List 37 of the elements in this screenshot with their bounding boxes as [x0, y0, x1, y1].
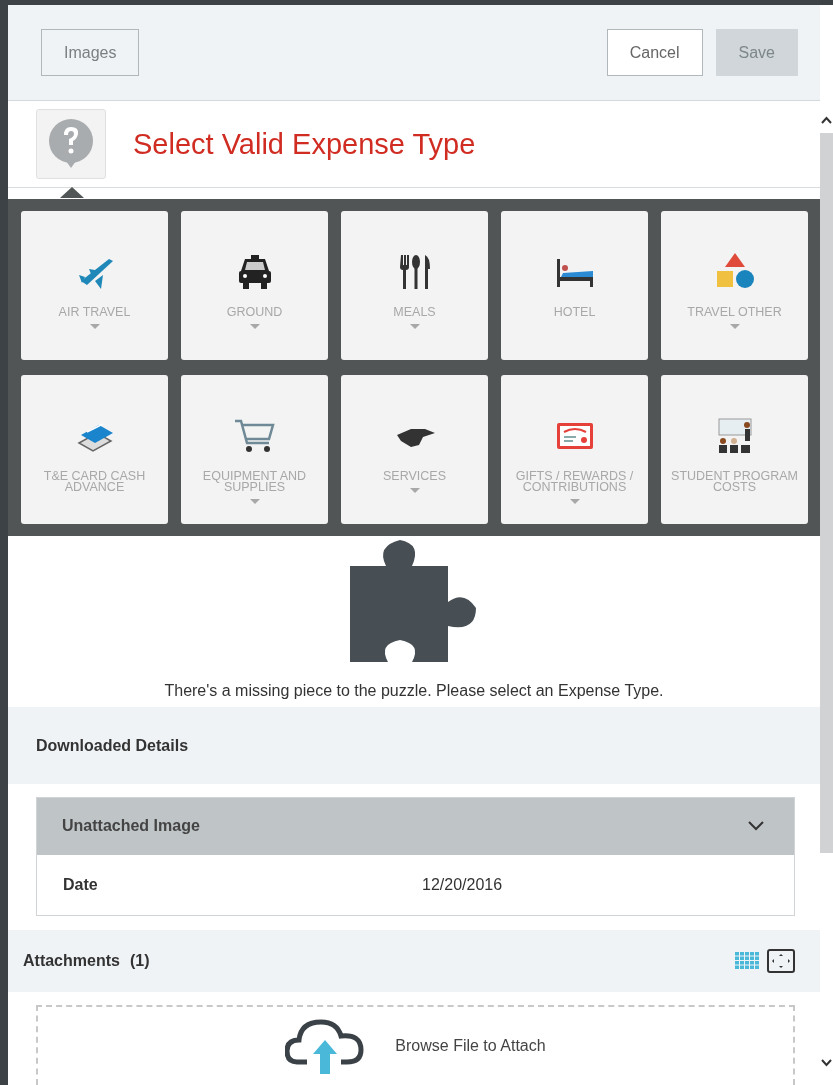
bed-icon [556, 259, 593, 287]
cancel-button[interactable]: Cancel [606, 29, 703, 76]
classroom-icon [718, 418, 751, 453]
taxi-icon [238, 255, 271, 289]
section-title: Attachments [23, 951, 120, 970]
field-label: Date [63, 875, 99, 894]
expense-type-tile[interactable]: MEALS [341, 211, 488, 360]
credit-cards-icon [76, 423, 113, 452]
cloud-upload-icon [285, 1017, 366, 1074]
field-value: 12/20/2016 [422, 875, 503, 894]
expense-type-tile[interactable]: GIFTS / REWARDS / CONTRIBUTIONS [501, 375, 648, 524]
expense-type-tile[interactable]: T&E CARD CASH ADVANCE [21, 375, 168, 524]
cutlery-icon [399, 255, 430, 289]
browse-file-label: Browse File to Attach [395, 1036, 546, 1055]
airplane-icon [78, 259, 113, 289]
panel-header[interactable]: Unattached Image [37, 797, 794, 855]
panel-title: Unattached Image [62, 817, 200, 836]
certificate-icon [556, 423, 593, 449]
missing-expense-message: There's a missing piece to the puzzle. Please select an Expense Type. [163, 682, 665, 701]
shopping-cart-icon [234, 419, 275, 452]
fullscreen-icon[interactable] [767, 948, 795, 973]
expense-type-tile[interactable]: GROUND [181, 211, 328, 360]
scroll-down-icon[interactable] [820, 1058, 833, 1068]
expense-type-tile[interactable]: TRAVEL OTHER [661, 211, 808, 360]
question-bubble-icon [48, 119, 94, 169]
file-dropzone[interactable]: Browse File to Attach [36, 1004, 795, 1085]
page-heading: Select Valid Expense Type [133, 127, 476, 161]
expense-type-tile[interactable]: AIR TRAVEL [21, 211, 168, 360]
attachment-count: (1) [129, 951, 150, 970]
images-button[interactable]: Images [41, 29, 140, 76]
expense-type-tile[interactable]: EQUIPMENT AND SUPPLIES [181, 375, 328, 524]
scroll-up-icon[interactable] [820, 115, 833, 125]
section-title: Downloaded Details [36, 736, 189, 755]
expense-type-tile[interactable]: SERVICES [341, 375, 488, 524]
expense-type-tile[interactable]: HOTEL [501, 211, 648, 360]
expense-type-tile[interactable]: STUDENT PROGRAM COSTS [661, 375, 808, 524]
shapes-icon [716, 253, 754, 288]
